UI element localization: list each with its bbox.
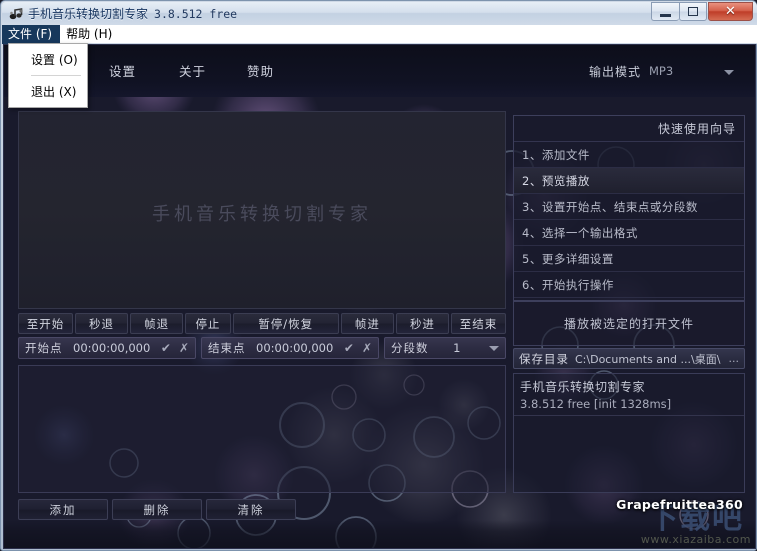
minimize-icon xyxy=(660,13,671,17)
transport-button-frame-back[interactable]: 帧退 xyxy=(130,313,184,334)
clear-icon[interactable]: ✗ xyxy=(179,342,189,354)
log-init-status: 3.8.512 free [init 1328ms] xyxy=(514,395,744,416)
start-point-value[interactable]: 00:00:00,000 xyxy=(71,341,153,355)
transport-button-second-fwd[interactable]: 秒进 xyxy=(395,313,449,334)
clear-icon[interactable]: ✗ xyxy=(362,342,372,354)
close-icon: ✕ xyxy=(725,4,736,19)
output-mode-label: 输出模式 xyxy=(589,65,642,79)
start-point-label: 开始点 xyxy=(25,341,63,355)
end-point-group[interactable]: 结束点 00:00:00,000 ✔ ✗ xyxy=(201,337,379,359)
brand-watermark: Grapefruittea360 xyxy=(616,497,743,512)
minimize-button[interactable] xyxy=(651,2,679,21)
guide-step-5[interactable]: 5、更多详细设置 xyxy=(514,246,744,272)
chevron-down-icon[interactable] xyxy=(489,345,499,351)
window-frame: 手机音乐转换切割专家 3.8.512 free ✕ 文件 (F) 帮助 (H) xyxy=(0,0,757,551)
segment-count-label: 分段数 xyxy=(391,341,429,355)
guide-step-6[interactable]: 6、开始执行操作 xyxy=(514,272,744,298)
save-directory-value[interactable]: C:\Documents and ...\桌面\ xyxy=(575,351,723,367)
menu-option-settings[interactable]: 设置 (O) xyxy=(9,46,87,73)
transport-button-to-start[interactable]: 至开始 xyxy=(18,313,73,334)
menu-item-help[interactable]: 帮助 (H) xyxy=(60,25,120,44)
save-directory-field[interactable]: 保存目录 C:\Documents and ...\桌面\ ... xyxy=(513,348,745,369)
add-button[interactable]: 添加 xyxy=(18,499,108,520)
close-button[interactable]: ✕ xyxy=(708,2,753,21)
toolbar-button-settings[interactable]: 设置 xyxy=(109,61,136,80)
menu-separator xyxy=(31,75,81,76)
maximize-button[interactable] xyxy=(679,2,707,21)
maximize-icon xyxy=(688,7,698,16)
toolbar-button-donate[interactable]: 赞助 xyxy=(247,61,274,80)
end-point-value[interactable]: 00:00:00,000 xyxy=(254,341,336,355)
file-list-panel[interactable] xyxy=(18,365,506,493)
window-controls: ✕ xyxy=(651,2,753,22)
quick-guide-panel: 快速使用向导 1、添加文件 2、预览播放 3、设置开始点、结束点或分段数 4、选… xyxy=(513,115,745,301)
transport-button-frame-fwd[interactable]: 帧进 xyxy=(340,313,394,334)
check-icon[interactable]: ✔ xyxy=(161,342,171,354)
guide-step-1[interactable]: 1、添加文件 xyxy=(514,142,744,168)
guide-step-3[interactable]: 3、设置开始点、结束点或分段数 xyxy=(514,194,744,220)
window-title: 手机音乐转换切割专家 xyxy=(28,7,149,21)
file-menu-dropdown: 设置 (O) 退出 (X) xyxy=(8,43,88,108)
toolbar-button-about[interactable]: 关于 xyxy=(179,61,206,80)
output-mode-value[interactable]: MP3 xyxy=(649,64,673,78)
file-actions: 添加 删除 清除 xyxy=(18,499,506,520)
menu-bar: 文件 (F) 帮助 (H) xyxy=(2,24,757,44)
app-body: 设置 关于 赞助 输出模式 MP3 手机音乐转换切割专家 至开始 秒退 帧退 停… xyxy=(3,44,756,549)
preview-watermark: 手机音乐转换切割专家 xyxy=(152,204,372,225)
save-directory-label: 保存目录 xyxy=(519,351,569,366)
application-window: 手机音乐转换切割专家 3.8.512 free ✕ 文件 (F) 帮助 (H) xyxy=(0,0,757,551)
guide-step-2[interactable]: 2、预览播放 xyxy=(514,168,744,194)
transport-button-second-back[interactable]: 秒退 xyxy=(74,313,129,334)
top-toolbar: 设置 关于 赞助 输出模式 MP3 xyxy=(4,45,755,97)
segment-count-group[interactable]: 分段数 1 xyxy=(384,337,506,359)
window-version: 3.8.512 free xyxy=(154,6,238,21)
ellipsis-icon[interactable]: ... xyxy=(729,352,740,365)
menu-option-exit[interactable]: 退出 (X) xyxy=(9,78,87,105)
guide-step-4[interactable]: 4、选择一个输出格式 xyxy=(514,220,744,246)
segment-count-value[interactable]: 1 xyxy=(437,341,478,355)
quick-guide-title: 快速使用向导 xyxy=(514,116,744,142)
transport-controls: 至开始 秒退 帧退 停止 暂停/恢复 帧进 秒进 至结束 xyxy=(18,313,506,334)
log-app-name: 手机音乐转换切割专家 xyxy=(520,380,646,394)
delete-button[interactable]: 删除 xyxy=(112,499,202,520)
chevron-down-icon[interactable] xyxy=(724,70,734,75)
start-point-group[interactable]: 开始点 00:00:00,000 ✔ ✗ xyxy=(18,337,196,359)
end-point-label: 结束点 xyxy=(208,341,246,355)
transport-button-stop[interactable]: 停止 xyxy=(185,313,231,334)
log-panel[interactable]: 手机音乐转换切割专家 3.8.512 free [init 1328ms] xyxy=(513,373,745,493)
check-icon[interactable]: ✔ xyxy=(344,342,354,354)
preview-panel[interactable]: 手机音乐转换切割专家 xyxy=(18,111,506,309)
transport-button-to-end[interactable]: 至结束 xyxy=(450,313,506,334)
clear-button[interactable]: 清除 xyxy=(206,499,296,520)
time-controls: 开始点 00:00:00,000 ✔ ✗ 结束点 00:00:00,000 ✔ … xyxy=(18,337,506,359)
title-bar[interactable]: 手机音乐转换切割专家 3.8.512 free xyxy=(2,2,757,25)
status-bar xyxy=(4,520,755,548)
menu-item-file[interactable]: 文件 (F) xyxy=(2,24,61,44)
transport-button-pause-resume[interactable]: 暂停/恢复 xyxy=(232,313,339,334)
play-selected-file-hint[interactable]: 播放被选定的打开文件 xyxy=(513,301,745,346)
app-icon xyxy=(8,6,24,22)
